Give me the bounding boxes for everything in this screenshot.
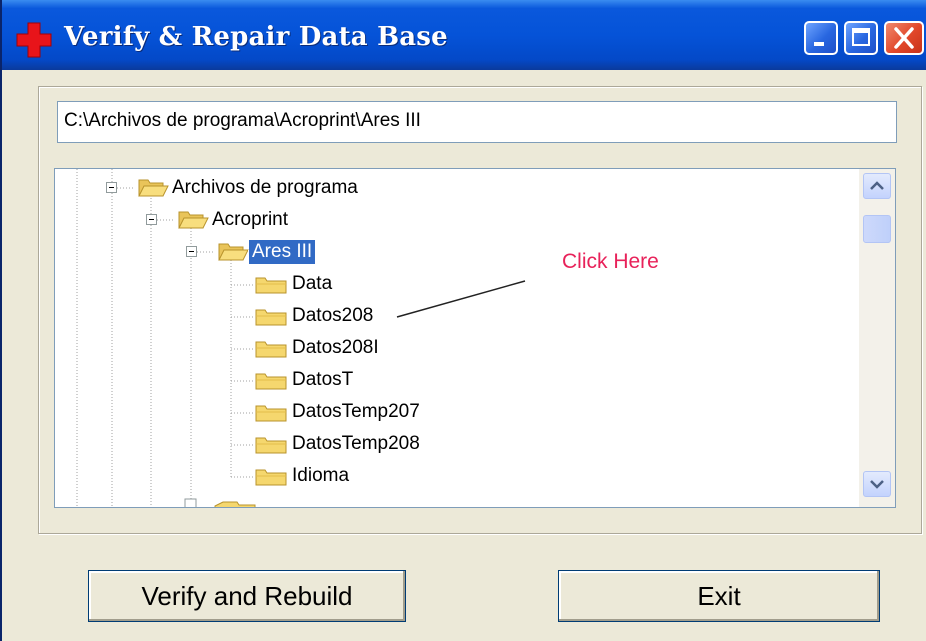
expander-ares-iii[interactable]: [186, 246, 197, 257]
folder-icon: [255, 405, 287, 422]
close-icon: [894, 27, 914, 49]
exit-button[interactable]: Exit: [558, 570, 880, 622]
folder-open-icon: [218, 243, 249, 261]
tree-item-datost[interactable]: DatosT: [253, 365, 356, 395]
tree-item-label: Data: [292, 273, 333, 294]
red-cross-icon: [16, 22, 52, 58]
tree-item-acroprint[interactable]: Acroprint: [177, 205, 291, 235]
scroll-thumb[interactable]: [863, 215, 891, 243]
path-field[interactable]: C:\Archivos de programa\Acroprint\Ares I…: [57, 101, 897, 143]
close-button[interactable]: [884, 21, 924, 55]
click-here-annotation: Click Here: [562, 250, 659, 273]
folder-icon: [255, 437, 287, 454]
scroll-down-button[interactable]: [863, 471, 891, 497]
tree-item-label: Acroprint: [212, 209, 289, 230]
folder-icon: [255, 373, 287, 390]
tree-item-datostemp207[interactable]: DatosTemp207: [253, 397, 423, 427]
verify-and-rebuild-button[interactable]: Verify and Rebuild: [88, 570, 406, 622]
verify-repair-window: Verify & Repair Data Base C:\Archivos de…: [0, 0, 926, 641]
folder-open-icon: [138, 179, 169, 197]
tree-item-data[interactable]: Data: [253, 269, 335, 299]
maximize-icon: [852, 28, 870, 46]
tree-item-datos208i[interactable]: Datos208I: [253, 333, 382, 363]
title-bar[interactable]: Verify & Repair Data Base: [2, 0, 926, 70]
minimize-button[interactable]: [804, 21, 838, 55]
folder-icon: [255, 277, 287, 294]
folder-open-icon: [178, 211, 209, 229]
folder-tree[interactable]: Archivos de programa Acroprint Ares III: [54, 168, 896, 508]
folder-icon: [255, 309, 287, 326]
partial-row-next-folder: [184, 498, 256, 507]
folder-icon: [255, 469, 287, 486]
tree-item-label: Idioma: [292, 465, 350, 486]
tree-item-label: Archivos de programa: [172, 177, 358, 198]
tree-item-datostemp208[interactable]: DatosTemp208: [253, 429, 423, 459]
tree-item-label: DatosTemp207: [292, 401, 420, 422]
tree-item-label: DatosT: [292, 369, 354, 390]
minimize-icon: [814, 42, 824, 46]
maximize-button[interactable]: [844, 21, 878, 55]
tree-item-ares-iii[interactable]: Ares III: [217, 237, 317, 267]
expander-acroprint[interactable]: [146, 214, 157, 225]
tree-item-datos208[interactable]: Datos208: [253, 301, 376, 331]
tree-item-label: Ares III: [247, 239, 317, 265]
tree-item-label: DatosTemp208: [292, 433, 420, 454]
tree-item-archivos-de-programa[interactable]: Archivos de programa: [137, 173, 361, 203]
expander-archivos[interactable]: [106, 182, 117, 193]
scroll-up-button[interactable]: [863, 173, 891, 199]
tree-item-label: Datos208: [292, 305, 374, 326]
tree-item-label: Datos208I: [292, 337, 379, 358]
window-title: Verify & Repair Data Base: [64, 22, 448, 52]
chevron-up-icon: [870, 181, 884, 190]
annotation-line: [396, 280, 526, 318]
tree-scrollbar[interactable]: [859, 169, 895, 507]
folder-icon: [255, 341, 287, 358]
chevron-down-icon: [870, 480, 884, 489]
tree-item-idioma[interactable]: Idioma: [253, 461, 352, 491]
